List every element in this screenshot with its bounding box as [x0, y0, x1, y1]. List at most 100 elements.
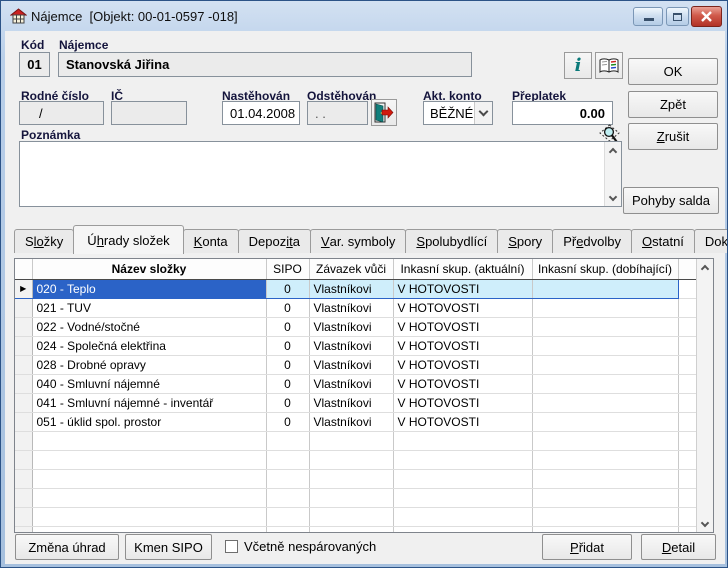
cell-name[interactable]: 051 - úklid spol. prostor: [32, 412, 266, 431]
preplatek-field[interactable]: 0.00: [512, 101, 613, 125]
scroll-up-arrow-icon[interactable]: [605, 142, 621, 158]
row-indicator[interactable]: [15, 374, 32, 393]
tab-predvolby[interactable]: Předvolby: [552, 229, 632, 253]
row-indicator[interactable]: [15, 336, 32, 355]
cell-zavazek[interactable]: Vlastníkovi: [309, 355, 393, 374]
nastehovan-field[interactable]: 01.04.2008: [222, 101, 300, 125]
cell-zavazek[interactable]: Vlastníkovi: [309, 279, 393, 298]
cell-sipo[interactable]: 0: [266, 412, 309, 431]
cell-aktualni[interactable]: V HOTOVOSTI: [393, 279, 532, 298]
tab-spory[interactable]: Spory: [497, 229, 553, 253]
minimize-button[interactable]: [633, 7, 663, 26]
akt-konto-select[interactable]: BĚŽNÉ: [423, 101, 493, 125]
table-row[interactable]: 040 - Smluvní nájemné0VlastníkoviV HOTOV…: [15, 374, 696, 393]
table-row[interactable]: 041 - Smluvní nájemné - inventář0Vlastní…: [15, 393, 696, 412]
cell-sipo[interactable]: 0: [266, 374, 309, 393]
column-header-inkasni-aktualni[interactable]: Inkasní skup. (aktuální): [393, 259, 532, 279]
pohyby-salda-button[interactable]: Pohyby salda: [623, 187, 719, 214]
cell-dobihajici[interactable]: [532, 298, 678, 317]
table-row[interactable]: 051 - úklid spol. prostor0VlastníkoviV H…: [15, 412, 696, 431]
cell-zavazek[interactable]: Vlastníkovi: [309, 393, 393, 412]
row-indicator[interactable]: [15, 393, 32, 412]
row-indicator[interactable]: ▶: [15, 279, 32, 298]
cell-zavazek[interactable]: Vlastníkovi: [309, 336, 393, 355]
pridat-button[interactable]: Přidat: [542, 534, 632, 560]
tab-konta[interactable]: Konta: [183, 229, 239, 253]
row-indicator[interactable]: [15, 298, 32, 317]
cell-sipo[interactable]: 0: [266, 355, 309, 374]
zmena-uhrad-button[interactable]: Změna úhrad: [15, 534, 119, 560]
cell-sipo[interactable]: 0: [266, 336, 309, 355]
cell-aktualni[interactable]: V HOTOVOSTI: [393, 393, 532, 412]
cell-name[interactable]: 040 - Smluvní nájemné: [32, 374, 266, 393]
cell-aktualni[interactable]: V HOTOVOSTI: [393, 336, 532, 355]
cell-name[interactable]: 028 - Drobné opravy: [32, 355, 266, 374]
cell-zavazek[interactable]: Vlastníkovi: [309, 374, 393, 393]
cell-dobihajici[interactable]: [532, 317, 678, 336]
rodne-cislo-field[interactable]: /: [19, 101, 104, 125]
table-row[interactable]: 022 - Vodné/stočné0VlastníkoviV HOTOVOST…: [15, 317, 696, 336]
zrusit-button[interactable]: Zrušit: [628, 123, 718, 150]
odstehovan-field[interactable]: . .: [307, 101, 368, 125]
cell-name[interactable]: 024 - Společná elektřina: [32, 336, 266, 355]
table-scroll-down-arrow-icon[interactable]: [697, 516, 713, 532]
tab-spolubydlici[interactable]: Spolubydlící: [405, 229, 498, 253]
table-row[interactable]: 024 - Společná elektřina0VlastníkoviV HO…: [15, 336, 696, 355]
column-header-nazev-slozky[interactable]: Název složky: [32, 259, 266, 279]
cell-aktualni[interactable]: V HOTOVOSTI: [393, 317, 532, 336]
zpet-button[interactable]: Zpět: [628, 91, 718, 118]
ok-button[interactable]: OK: [628, 58, 718, 85]
row-indicator[interactable]: [15, 412, 32, 431]
detail-button[interactable]: Detail: [641, 534, 716, 560]
ic-field[interactable]: [111, 101, 187, 125]
cell-dobihajici[interactable]: [532, 279, 678, 298]
cell-aktualni[interactable]: V HOTOVOSTI: [393, 374, 532, 393]
close-button[interactable]: [691, 6, 722, 27]
move-out-button[interactable]: [371, 99, 397, 126]
cell-dobihajici[interactable]: [532, 412, 678, 431]
cell-name[interactable]: 020 - Teplo: [32, 279, 266, 298]
cell-dobihajici[interactable]: [532, 336, 678, 355]
tab-dokumenty[interactable]: Dokumenty: [694, 229, 728, 253]
poznamka-scrollbar[interactable]: [604, 142, 621, 206]
cell-sipo[interactable]: 0: [266, 279, 309, 298]
table-scrollbar[interactable]: [696, 259, 713, 532]
table-row[interactable]: 021 - TUV0VlastníkoviV HOTOVOSTI: [15, 298, 696, 317]
tab-var-symboly[interactable]: Var. symboly: [310, 229, 406, 253]
scroll-down-arrow-icon[interactable]: [605, 190, 621, 206]
cell-name[interactable]: 022 - Vodné/stočné: [32, 317, 266, 336]
cell-dobihajici[interactable]: [532, 393, 678, 412]
cell-zavazek[interactable]: Vlastníkovi: [309, 298, 393, 317]
row-indicator[interactable]: [15, 317, 32, 336]
cell-aktualni[interactable]: V HOTOVOSTI: [393, 412, 532, 431]
tab-slozky[interactable]: Složky: [14, 229, 74, 253]
cell-sipo[interactable]: 0: [266, 317, 309, 336]
cell-dobihajici[interactable]: [532, 355, 678, 374]
table-row[interactable]: ▶020 - Teplo0VlastníkoviV HOTOVOSTI: [15, 279, 696, 298]
column-header-inkasni-dobihajici[interactable]: Inkasní skup. (dobíhající): [532, 259, 678, 279]
info-button[interactable]: i: [564, 52, 592, 79]
tab-uhrady-slozek[interactable]: Úhrady složek: [73, 225, 183, 254]
cell-aktualni[interactable]: V HOTOVOSTI: [393, 355, 532, 374]
poznamka-textarea[interactable]: [19, 141, 622, 207]
kmen-sipo-button[interactable]: Kmen SIPO: [125, 534, 212, 560]
cell-zavazek[interactable]: Vlastníkovi: [309, 317, 393, 336]
cell-sipo[interactable]: 0: [266, 393, 309, 412]
address-book-button[interactable]: [595, 52, 623, 79]
akt-konto-dropdown-button[interactable]: [474, 102, 492, 124]
tab-ostatni[interactable]: Ostatní: [631, 229, 695, 253]
table-scroll-up-arrow-icon[interactable]: [697, 259, 713, 275]
table-row[interactable]: 028 - Drobné opravy0VlastníkoviV HOTOVOS…: [15, 355, 696, 374]
column-header-zavazek-vuci[interactable]: Závazek vůči: [309, 259, 393, 279]
cell-name[interactable]: 041 - Smluvní nájemné - inventář: [32, 393, 266, 412]
vcetne-nesparovanych-checkbox[interactable]: [225, 540, 238, 553]
maximize-button[interactable]: [666, 7, 689, 26]
cell-sipo[interactable]: 0: [266, 298, 309, 317]
kod-field[interactable]: 01: [19, 52, 50, 77]
cell-name[interactable]: 021 - TUV: [32, 298, 266, 317]
najemce-field[interactable]: Stanovská Jiřina: [58, 52, 472, 77]
tab-depozita[interactable]: Depozita: [238, 229, 311, 253]
cell-dobihajici[interactable]: [532, 374, 678, 393]
row-indicator[interactable]: [15, 355, 32, 374]
cell-zavazek[interactable]: Vlastníkovi: [309, 412, 393, 431]
